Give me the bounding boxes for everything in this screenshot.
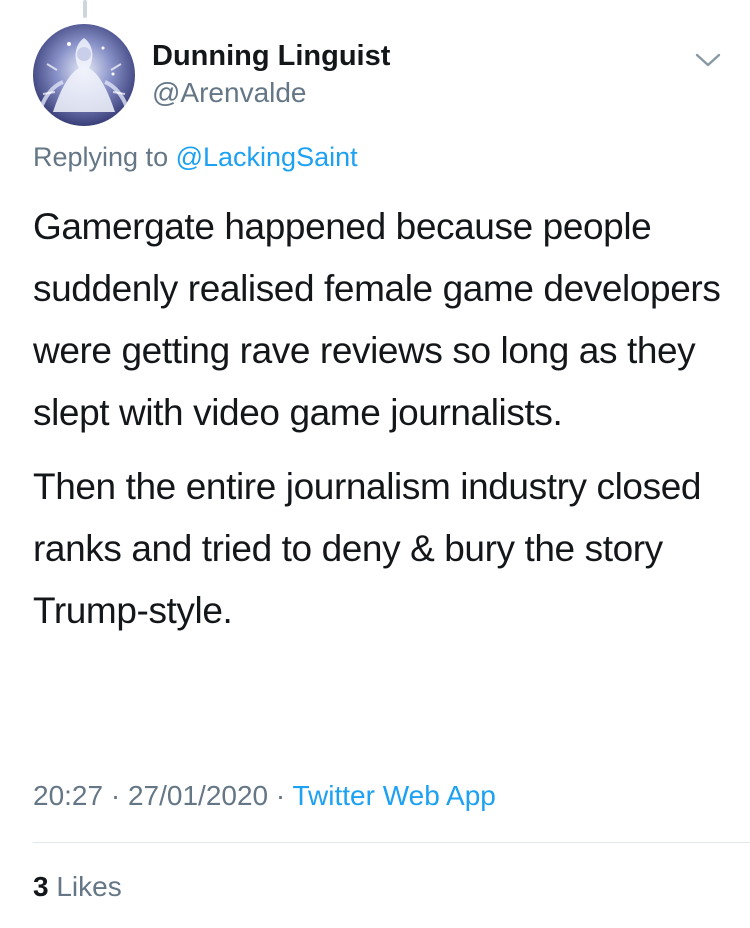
avatar-illustration-icon — [33, 24, 135, 126]
tweet-body: Gamergate happened because people sudden… — [33, 196, 733, 642]
tweet-detail: Dunning Linguist @Arenvalde Replying to … — [0, 0, 750, 928]
tweet-paragraph: Gamergate happened because people sudden… — [33, 206, 721, 433]
tweet-meta: 20:27 · 27/01/2020 · Twitter Web App — [33, 780, 496, 812]
replying-to-label: Replying to — [33, 142, 176, 172]
avatar[interactable] — [33, 24, 135, 126]
likes-stat[interactable]: 3 Likes — [33, 871, 122, 903]
tweet-paragraph: Then the entire journalism industry clos… — [33, 466, 702, 631]
author-display-name[interactable]: Dunning Linguist — [152, 40, 390, 73]
reply-mention-link[interactable]: @LackingSaint — [176, 142, 358, 172]
tweet-time[interactable]: 20:27 — [33, 780, 103, 811]
tweet-date[interactable]: 27/01/2020 — [128, 780, 268, 811]
likes-label: Likes — [48, 871, 122, 902]
chevron-down-icon[interactable] — [694, 50, 722, 70]
author-handle[interactable]: @Arenvalde — [152, 77, 307, 109]
replying-to: Replying to @LackingSaint — [33, 142, 358, 173]
likes-count: 3 — [33, 871, 49, 902]
meta-separator: · — [103, 780, 128, 811]
divider — [33, 842, 750, 843]
meta-separator: · — [268, 780, 293, 811]
thread-connector-line — [83, 0, 87, 18]
tweet-source-link[interactable]: Twitter Web App — [293, 780, 496, 811]
